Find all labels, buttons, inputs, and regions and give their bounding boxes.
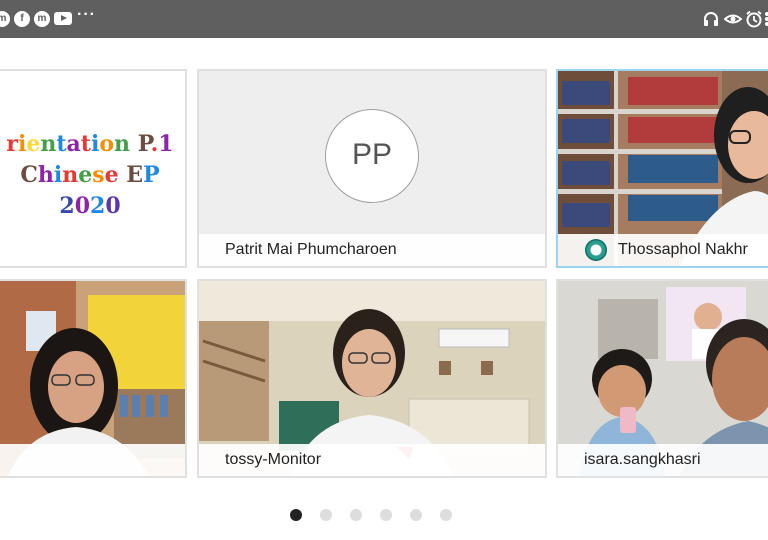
participant-name: Thossaphol Nakhr: [618, 241, 748, 258]
participant-video-tile[interactable]: tossy-Monitor: [197, 279, 547, 478]
alarm-icon[interactable]: [745, 10, 763, 28]
orientation-line: 2020: [59, 193, 121, 219]
overflow-icon[interactable]: [764, 10, 768, 28]
participant-video-tile[interactable]: Thossaphol Nakhr: [556, 69, 768, 268]
participant-name: isara.sangkhasri: [558, 444, 768, 476]
top-bar: m f m ···: [0, 0, 768, 38]
facebook-icon[interactable]: f: [14, 11, 30, 27]
participant-video-tile[interactable]: [0, 279, 187, 478]
participant-tile[interactable]: PP Patrit Mai Phumcharoen: [197, 69, 547, 268]
page-dot[interactable]: [320, 509, 332, 521]
messenger-icon[interactable]: m: [34, 11, 50, 27]
participant-name: tossy-Monitor: [199, 444, 545, 476]
headphones-icon[interactable]: [702, 10, 720, 28]
more-icon[interactable]: ···: [77, 6, 96, 24]
page-dot[interactable]: [410, 509, 422, 521]
page-dot[interactable]: [290, 509, 302, 521]
avatar: PP: [325, 109, 419, 203]
page-dot[interactable]: [380, 509, 392, 521]
orientation-title: rientation P.1 Chinese EP 2020: [0, 129, 185, 222]
orientation-line: rientation P.1: [6, 131, 174, 157]
participant-video-tile[interactable]: isara.sangkhasri: [556, 279, 768, 478]
participant-name: Patrit Mai Phumcharoen: [199, 234, 545, 266]
page-dot[interactable]: [440, 509, 452, 521]
orientation-line: Chinese EP: [20, 162, 160, 188]
page-dot[interactable]: [350, 509, 362, 521]
participant-name-bar: Thossaphol Nakhr: [558, 234, 768, 266]
messenger-icon[interactable]: m: [0, 11, 10, 27]
page-indicator: [290, 509, 460, 523]
shared-content-tile[interactable]: rientation P.1 Chinese EP 2020: [0, 69, 187, 268]
speaking-indicator-icon: [585, 239, 607, 261]
participant-name: [0, 444, 185, 476]
eye-icon[interactable]: [724, 10, 742, 28]
youtube-icon[interactable]: [54, 12, 72, 25]
